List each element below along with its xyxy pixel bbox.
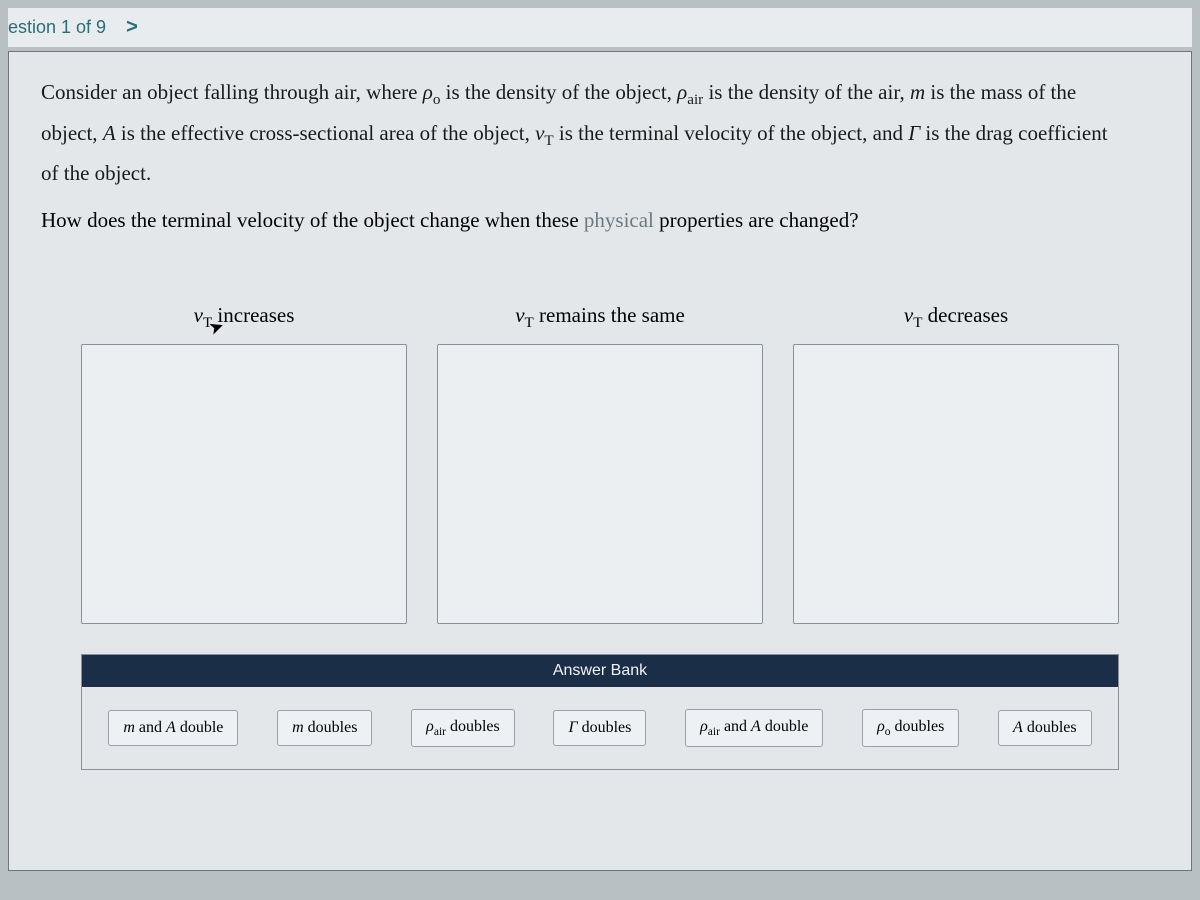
question-card: Consider an object falling through air, … xyxy=(8,51,1192,871)
answer-chip[interactable]: m and A double xyxy=(108,710,238,746)
prompt-fragment: of the object. xyxy=(41,157,1159,190)
question-faded-word: physical xyxy=(584,208,654,232)
category-header-same: vT remains the same xyxy=(515,303,685,332)
answer-chip[interactable]: ρo doubles xyxy=(862,709,959,747)
subscript-air: air xyxy=(687,92,703,108)
prompt-fragment: is the density of the air, xyxy=(703,80,910,104)
question-nav: estion 1 of 9 > xyxy=(8,8,1192,47)
answer-bank-body: m and A double m doubles ρair doubles Γ dou… xyxy=(82,687,1118,769)
symbol-vT: v xyxy=(194,303,203,327)
prompt-fragment: is the drag coefficient xyxy=(920,121,1107,145)
prompt-fragment: object, xyxy=(41,121,103,145)
answer-bank-title: Answer Bank xyxy=(82,655,1118,687)
prompt-fragment: is the terminal velocity of the object, … xyxy=(554,121,909,145)
category-decreases: vT decreases xyxy=(793,303,1119,624)
answer-chip[interactable]: ρair doubles xyxy=(411,709,515,747)
answer-chip[interactable]: ρair and A double xyxy=(685,709,823,747)
symbol-A: A xyxy=(103,121,116,145)
category-same: vT remains the same xyxy=(437,303,763,624)
symbol-m: m xyxy=(910,80,925,104)
subscript-T: T xyxy=(525,315,534,331)
prompt-fragment: is the effective cross-sectional area of… xyxy=(116,121,535,145)
symbol-vT: v xyxy=(904,303,913,327)
question-fragment: How does the terminal velocity of the ob… xyxy=(41,208,584,232)
symbol-vT: v xyxy=(515,303,524,327)
prompt-fragment: is the density of the object, xyxy=(440,80,677,104)
drop-zone-same[interactable] xyxy=(437,344,763,624)
symbol-gamma: Γ xyxy=(908,121,920,145)
symbol-rho-air: ρ xyxy=(677,80,687,104)
category-label: increases xyxy=(212,303,294,327)
category-header-decreases: vT decreases xyxy=(904,303,1008,332)
question-counter: estion 1 of 9 xyxy=(8,17,106,38)
question-line: How does the terminal velocity of the ob… xyxy=(41,208,1159,233)
symbol-vT: v xyxy=(535,121,544,145)
subscript-T: T xyxy=(544,133,553,149)
symbol-rho-o: ρ xyxy=(423,80,433,104)
drop-zone-increases[interactable] xyxy=(81,344,407,624)
category-label: remains the same xyxy=(534,303,685,327)
prompt-text: Consider an object falling through air, … xyxy=(41,76,1159,190)
answer-chip[interactable]: Γ doubles xyxy=(553,710,646,746)
prompt-fragment: is the mass of the xyxy=(925,80,1076,104)
prompt-fragment: Consider an object falling through air, … xyxy=(41,80,423,104)
question-fragment: properties are changed? xyxy=(654,208,859,232)
answer-chip[interactable]: m doubles xyxy=(277,710,372,746)
answer-bank: Answer Bank m and A double m doubles ρair … xyxy=(81,654,1119,770)
next-question-arrow[interactable]: > xyxy=(126,16,138,39)
answer-chip[interactable]: A doubles xyxy=(998,710,1092,746)
drop-zone-decreases[interactable] xyxy=(793,344,1119,624)
category-label: decreases xyxy=(922,303,1008,327)
drop-categories: vT increases vT remains the same vT decr… xyxy=(41,303,1159,624)
category-increases: vT increases xyxy=(81,303,407,624)
